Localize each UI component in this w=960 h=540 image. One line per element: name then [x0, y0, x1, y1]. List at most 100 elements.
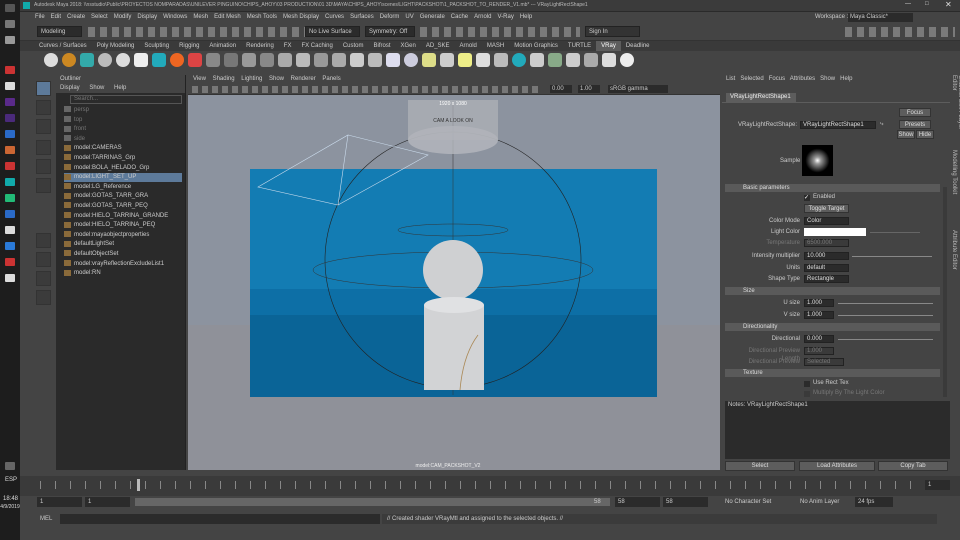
shelf-tool-icon[interactable] [584, 53, 598, 67]
layout-single-icon[interactable] [36, 233, 51, 248]
layout-four-icon[interactable] [36, 252, 51, 267]
hide-button[interactable]: Hide [916, 130, 934, 139]
shelf-tab-rigging[interactable]: Rigging [174, 41, 204, 51]
vray-logo-icon[interactable] [98, 53, 112, 67]
attr-scrollbar[interactable] [943, 187, 947, 397]
sun-icon[interactable] [422, 53, 436, 67]
outliner-item[interactable]: model:TARRINAS_Grp [64, 154, 135, 163]
vray-ipr-icon[interactable] [62, 53, 76, 67]
shelf-tool-icon[interactable] [224, 53, 238, 67]
focus-button[interactable]: Focus [899, 108, 931, 117]
light-icon[interactable] [476, 53, 490, 67]
symmetry-dropdown[interactable]: Symmetry: Off [365, 26, 415, 37]
shelf-tab-fx[interactable]: FX [279, 41, 297, 51]
shelf-tool-icon[interactable] [548, 53, 562, 67]
vp-menu-renderer[interactable]: Renderer [291, 76, 316, 82]
units-dropdown[interactable]: default [804, 264, 849, 272]
close-icon[interactable]: ✕ [945, 0, 952, 9]
menu-modify[interactable]: Modify [114, 12, 132, 23]
minimize-icon[interactable]: — [905, 1, 911, 7]
show-button[interactable]: Show [897, 130, 915, 139]
light-icon[interactable] [404, 53, 418, 67]
outliner-item[interactable]: model:LG_Reference [64, 183, 131, 192]
menu-surfaces[interactable]: Surfaces [350, 12, 374, 23]
attr-menu-help[interactable]: Help [840, 76, 852, 82]
outliner-item[interactable]: front [64, 125, 86, 134]
presets-button[interactable]: Presets [899, 120, 931, 129]
layout-two-icon[interactable] [36, 271, 51, 286]
task-view-icon[interactable] [5, 36, 15, 44]
render-tool-icons[interactable] [420, 27, 580, 37]
shelf-tool-icon[interactable] [260, 53, 274, 67]
side-tab-channel-box[interactable]: Channel Box / Layer Editor [951, 75, 960, 145]
node-tab[interactable]: VRayLightRectShape1 [726, 93, 796, 102]
command-input[interactable] [60, 514, 380, 524]
shelf-tab-arnold[interactable]: Arnold [455, 41, 482, 51]
panel-toggle-icons[interactable] [845, 27, 955, 37]
anim-layer-dropdown[interactable]: No Anim Layer [800, 497, 860, 507]
outliner-item[interactable]: model:GOTAS_TARR_PEQ [64, 202, 148, 211]
u-size-slider[interactable] [838, 303, 933, 304]
vray-mtl-icon[interactable] [116, 53, 130, 67]
directional-slider[interactable] [838, 339, 933, 340]
select-tool-icon[interactable] [36, 81, 51, 96]
status-tool-icons[interactable] [88, 27, 338, 37]
outliner-menu-help[interactable]: Help [114, 85, 126, 91]
move-tool-icon[interactable] [36, 140, 51, 155]
select-node-icon[interactable]: ⤷ [880, 121, 883, 128]
fps-dropdown[interactable]: 24 fps [855, 497, 893, 507]
shelf-tab-mash[interactable]: MASH [482, 41, 509, 51]
current-frame-field[interactable]: 1 [925, 480, 950, 490]
maximize-icon[interactable]: □ [925, 1, 929, 7]
side-tab-modelling-toolkit[interactable]: Modelling Toolkit [951, 150, 957, 220]
shape-type-dropdown[interactable]: Rectangle [804, 275, 849, 283]
vp-menu-lighting[interactable]: Lighting [241, 76, 262, 82]
shelf-tab-curves-surfaces[interactable]: Curves / Surfaces [34, 41, 92, 51]
workspace-dropdown[interactable]: Maya Classic* [848, 13, 913, 22]
shelf-tool-icon[interactable] [278, 53, 292, 67]
outliner-item[interactable]: model:vrayReflectionExcludeList1 [64, 260, 164, 269]
attr-menu-attributes[interactable]: Attributes [790, 76, 815, 82]
shelf-tool-icon[interactable] [242, 53, 256, 67]
viewport-tool-icons[interactable] [192, 86, 542, 93]
notes-area[interactable]: Notes: VRayLightRectShape1 [725, 401, 950, 459]
outliner-item[interactable]: defaultObjectSet [64, 250, 118, 259]
enabled-checkbox[interactable]: ✓ [804, 195, 810, 201]
light-color-slider[interactable] [870, 232, 920, 233]
shelf-tool-icon[interactable] [314, 53, 328, 67]
start-frame-field[interactable]: 1 [37, 497, 82, 507]
shelf-tab-bifrost[interactable]: Bifrost [369, 41, 396, 51]
speaker-icon[interactable] [5, 462, 15, 470]
shelf-tool-icon[interactable] [368, 53, 382, 67]
app-icon[interactable] [5, 146, 15, 154]
menu-windows[interactable]: Windows [163, 12, 187, 23]
shelf-tab-turtle[interactable]: TURTLE [563, 41, 596, 51]
app-icon[interactable] [5, 242, 15, 250]
shelf-tab-sculpting[interactable]: Sculpting [139, 41, 174, 51]
premiere-icon[interactable] [5, 98, 15, 106]
near-field[interactable]: 0.00 [550, 85, 572, 93]
maya-icon[interactable] [5, 178, 15, 186]
search-icon[interactable] [5, 20, 15, 28]
shelf-tool-icon[interactable] [602, 53, 616, 67]
menu-curves[interactable]: Curves [325, 12, 344, 23]
shelf-tab-vray[interactable]: VRay [596, 41, 621, 51]
app-icon[interactable] [5, 162, 15, 170]
menu-select[interactable]: Select [91, 12, 108, 23]
attr-menu-focus[interactable]: Focus [769, 76, 785, 82]
shelf-tab-poly-modeling[interactable]: Poly Modeling [92, 41, 140, 51]
section-directionality[interactable]: Directionality [725, 323, 940, 331]
app-icon[interactable] [5, 210, 15, 218]
menu-generate[interactable]: Generate [420, 12, 445, 23]
windows-start-icon[interactable] [5, 4, 15, 12]
intensity-slider[interactable] [852, 256, 932, 257]
menu-uv[interactable]: UV [405, 12, 413, 23]
menu-mesh-display[interactable]: Mesh Display [283, 12, 319, 23]
copy-tab-button[interactable]: Copy Tab [878, 461, 948, 471]
paint-select-icon[interactable] [36, 119, 51, 134]
menuset-dropdown[interactable]: Modeling [37, 26, 82, 37]
app-icon[interactable] [5, 226, 15, 234]
v-size-field[interactable]: 1.000 [804, 311, 834, 319]
light-icon[interactable] [440, 53, 454, 67]
shelf-tool-icon[interactable] [206, 53, 220, 67]
